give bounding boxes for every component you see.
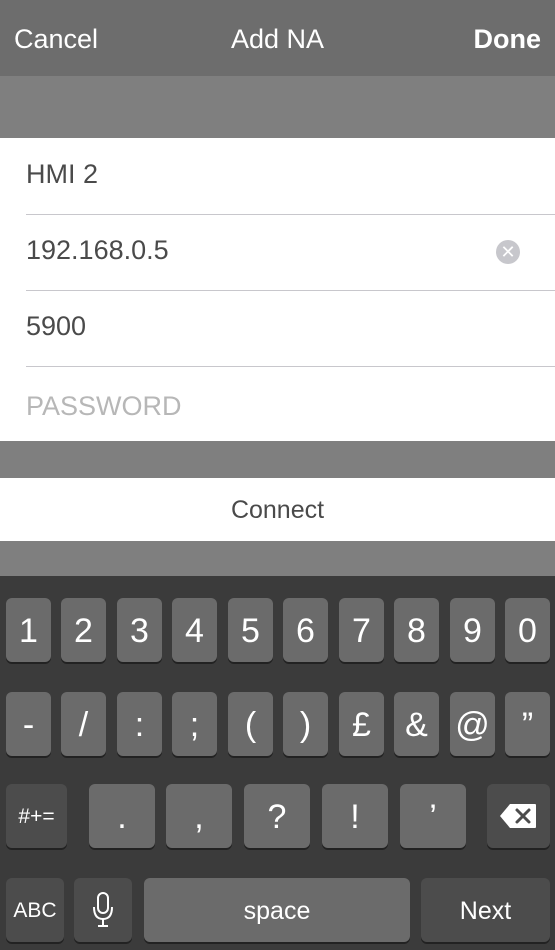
key-question[interactable]: ? — [244, 784, 310, 848]
next-key[interactable]: Next — [421, 878, 550, 942]
key-at[interactable]: @ — [450, 692, 495, 756]
key-comma[interactable]: , — [166, 784, 232, 848]
cancel-button[interactable]: Cancel — [14, 0, 98, 76]
microphone-icon — [93, 892, 113, 927]
backspace-key[interactable] — [487, 784, 550, 848]
navigation-bar: Add NA Cancel Done — [0, 0, 555, 76]
ip-row: ✕ — [26, 214, 555, 291]
backspace-icon — [500, 804, 536, 828]
key-7[interactable]: 7 — [339, 598, 384, 662]
key-ampersand[interactable]: & — [394, 692, 439, 756]
key-semicolon[interactable]: ; — [172, 692, 217, 756]
clear-icon[interactable]: ✕ — [496, 240, 520, 264]
key-pound[interactable]: £ — [339, 692, 384, 756]
dictation-key[interactable] — [74, 878, 132, 942]
symbols-toggle-key[interactable]: #+= — [6, 784, 67, 848]
key-3[interactable]: 3 — [117, 598, 162, 662]
connection-form: ✕ — [0, 138, 555, 442]
key-1[interactable]: 1 — [6, 598, 51, 662]
key-5[interactable]: 5 — [228, 598, 273, 662]
name-field[interactable] — [26, 138, 486, 210]
key-open-paren[interactable]: ( — [228, 692, 273, 756]
port-row — [26, 290, 555, 367]
name-row — [26, 138, 555, 215]
key-4[interactable]: 4 — [172, 598, 217, 662]
key-exclamation[interactable]: ! — [322, 784, 388, 848]
key-apostrophe[interactable]: ’ — [400, 784, 466, 848]
key-2[interactable]: 2 — [61, 598, 106, 662]
key-period[interactable]: . — [89, 784, 155, 848]
keyboard: 1 2 3 4 5 6 7 8 9 0 - / : ; ( ) £ & @ ” … — [0, 576, 555, 950]
key-hyphen[interactable]: - — [6, 692, 51, 756]
port-field[interactable] — [26, 290, 486, 362]
key-colon[interactable]: : — [117, 692, 162, 756]
key-9[interactable]: 9 — [450, 598, 495, 662]
abc-key[interactable]: ABC — [6, 878, 64, 942]
key-close-paren[interactable]: ) — [283, 692, 328, 756]
password-row — [26, 366, 555, 442]
key-quote[interactable]: ” — [505, 692, 550, 756]
key-slash[interactable]: / — [61, 692, 106, 756]
key-6[interactable]: 6 — [283, 598, 328, 662]
key-8[interactable]: 8 — [394, 598, 439, 662]
connect-button[interactable]: Connect — [0, 478, 555, 541]
space-key[interactable]: space — [144, 878, 410, 942]
done-button[interactable]: Done — [474, 0, 542, 76]
password-field[interactable] — [26, 370, 486, 442]
key-0[interactable]: 0 — [505, 598, 550, 662]
ip-address-field[interactable] — [26, 214, 486, 286]
